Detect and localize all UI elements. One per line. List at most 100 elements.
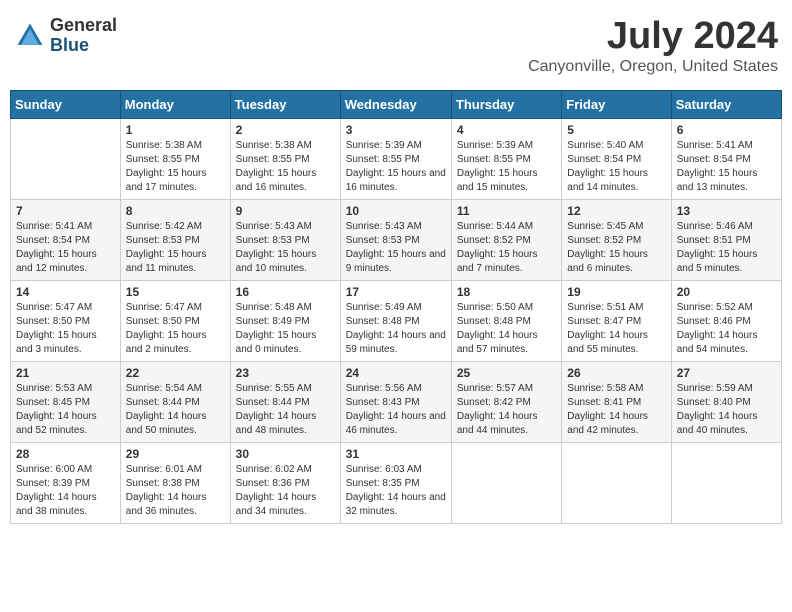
calendar-cell: 31Sunrise: 6:03 AMSunset: 8:35 PMDayligh… [340,442,451,523]
weekday-header-tuesday: Tuesday [230,90,340,118]
day-info: Sunrise: 5:38 AMSunset: 8:55 PMDaylight:… [236,139,335,195]
calendar-week-row: 21Sunrise: 5:53 AMSunset: 8:45 PMDayligh… [11,361,782,442]
day-number: 6 [677,123,776,137]
calendar-cell: 17 Sunrise: 5:49 AMSunset: 8:48 PMDayligh… [340,280,451,361]
day-number: 20 [677,285,776,299]
day-number: 7 [16,204,115,218]
day-info: Sunrise: 5:45 AMSunset: 8:52 PMDaylight:… [567,220,665,276]
title-block: July 2024 Canyonville, Oregon, United St… [528,16,778,76]
day-number: 3 [346,123,446,137]
day-number: 28 [16,447,115,461]
calendar-week-row: 14 Sunrise: 5:47 AMSunset: 8:50 PMDayligh… [11,280,782,361]
day-info: Sunrise: 5:52 AMSunset: 8:46 PMDaylight:… [677,301,776,357]
day-number: 4 [457,123,556,137]
day-number: 16 [236,285,335,299]
page-header: General Blue July 2024 Canyonville, Oreg… [10,10,782,82]
logo-blue-text: Blue [50,35,89,55]
calendar-cell [562,442,671,523]
day-number: 11 [457,204,556,218]
location-title: Canyonville, Oregon, United States [528,58,778,76]
day-info: Sunrise: 5:42 AMSunset: 8:53 PMDaylight:… [126,220,225,276]
calendar-cell [451,442,561,523]
calendar-cell: 15 Sunrise: 5:47 AMSunset: 8:50 PMDayligh… [120,280,230,361]
calendar-cell: 2 Sunrise: 5:38 AMSunset: 8:55 PMDaylight… [230,118,340,199]
day-info: Sunrise: 5:38 AMSunset: 8:55 PMDaylight:… [126,139,225,195]
calendar-cell: 10 Sunrise: 5:43 AMSunset: 8:53 PMDayligh… [340,199,451,280]
day-info: Sunrise: 6:01 AMSunset: 8:38 PMDaylight:… [126,463,225,519]
calendar-cell: 23 Sunrise: 5:55 AMSunset: 8:44 PMDayligh… [230,361,340,442]
day-number: 2 [236,123,335,137]
day-number: 23 [236,366,335,380]
day-info: Sunrise: 5:50 AMSunset: 8:48 PMDaylight:… [457,301,556,357]
calendar-cell: 4Sunrise: 5:39 AMSunset: 8:55 PMDaylight… [451,118,561,199]
day-info: Sunrise: 5:47 AMSunset: 8:50 PMDaylight:… [16,301,115,357]
calendar-cell: 22Sunrise: 5:54 AMSunset: 8:44 PMDayligh… [120,361,230,442]
day-info: Sunrise: 5:44 AMSunset: 8:52 PMDaylight:… [457,220,556,276]
day-number: 29 [126,447,225,461]
calendar-cell: 6 Sunrise: 5:41 AMSunset: 8:54 PMDaylight… [671,118,781,199]
day-info: Sunrise: 5:39 AMSunset: 8:55 PMDaylight:… [346,139,446,195]
day-number: 18 [457,285,556,299]
logo: General Blue [14,16,117,56]
day-info: Sunrise: 5:59 AMSunset: 8:40 PMDaylight:… [677,382,776,438]
day-info: Sunrise: 5:41 AMSunset: 8:54 PMDaylight:… [677,139,776,195]
calendar-cell: 19 Sunrise: 5:51 AMSunset: 8:47 PMDayligh… [562,280,671,361]
day-number: 17 [346,285,446,299]
day-number: 31 [346,447,446,461]
day-number: 5 [567,123,665,137]
weekday-header-thursday: Thursday [451,90,561,118]
calendar-week-row: 7 Sunrise: 5:41 AMSunset: 8:54 PMDaylight… [11,199,782,280]
calendar-cell: 21Sunrise: 5:53 AMSunset: 8:45 PMDayligh… [11,361,121,442]
calendar-cell: 24 Sunrise: 5:56 AMSunset: 8:43 PMDayligh… [340,361,451,442]
weekday-header-row: SundayMondayTuesdayWednesdayThursdayFrid… [11,90,782,118]
weekday-header-saturday: Saturday [671,90,781,118]
calendar-cell: 16 Sunrise: 5:48 AMSunset: 8:49 PMDayligh… [230,280,340,361]
logo-general-text: General [50,15,117,35]
day-info: Sunrise: 5:48 AMSunset: 8:49 PMDaylight:… [236,301,335,357]
day-info: Sunrise: 5:58 AMSunset: 8:41 PMDaylight:… [567,382,665,438]
day-number: 8 [126,204,225,218]
day-number: 19 [567,285,665,299]
month-title: July 2024 [528,16,778,58]
calendar-week-row: 28Sunrise: 6:00 AMSunset: 8:39 PMDayligh… [11,442,782,523]
day-info: Sunrise: 5:56 AMSunset: 8:43 PMDaylight:… [346,382,446,438]
calendar-cell [671,442,781,523]
day-info: Sunrise: 5:55 AMSunset: 8:44 PMDaylight:… [236,382,335,438]
calendar-cell: 27 Sunrise: 5:59 AMSunset: 8:40 PMDayligh… [671,361,781,442]
logo-text: General Blue [50,16,117,56]
logo-icon [14,20,46,52]
calendar-cell: 29 Sunrise: 6:01 AMSunset: 8:38 PMDayligh… [120,442,230,523]
day-number: 12 [567,204,665,218]
day-number: 14 [16,285,115,299]
calendar-cell: 8 Sunrise: 5:42 AMSunset: 8:53 PMDaylight… [120,199,230,280]
day-info: Sunrise: 6:02 AMSunset: 8:36 PMDaylight:… [236,463,335,519]
day-number: 10 [346,204,446,218]
calendar-cell: 28Sunrise: 6:00 AMSunset: 8:39 PMDayligh… [11,442,121,523]
day-number: 27 [677,366,776,380]
day-info: Sunrise: 5:57 AMSunset: 8:42 PMDaylight:… [457,382,556,438]
day-info: Sunrise: 5:43 AMSunset: 8:53 PMDaylight:… [236,220,335,276]
calendar-cell: 7 Sunrise: 5:41 AMSunset: 8:54 PMDaylight… [11,199,121,280]
day-number: 15 [126,285,225,299]
calendar-week-row: 1 Sunrise: 5:38 AMSunset: 8:55 PMDaylight… [11,118,782,199]
calendar-cell: 3 Sunrise: 5:39 AMSunset: 8:55 PMDaylight… [340,118,451,199]
day-number: 21 [16,366,115,380]
weekday-header-sunday: Sunday [11,90,121,118]
day-info: Sunrise: 5:41 AMSunset: 8:54 PMDaylight:… [16,220,115,276]
calendar-cell: 26 Sunrise: 5:58 AMSunset: 8:41 PMDayligh… [562,361,671,442]
calendar-cell: 11 Sunrise: 5:44 AMSunset: 8:52 PMDayligh… [451,199,561,280]
day-info: Sunrise: 5:51 AMSunset: 8:47 PMDaylight:… [567,301,665,357]
day-info: Sunrise: 5:54 AMSunset: 8:44 PMDaylight:… [126,382,225,438]
calendar-cell: 12 Sunrise: 5:45 AMSunset: 8:52 PMDayligh… [562,199,671,280]
day-info: Sunrise: 5:49 AMSunset: 8:48 PMDaylight:… [346,301,446,357]
day-number: 24 [346,366,446,380]
calendar-cell: 20 Sunrise: 5:52 AMSunset: 8:46 PMDayligh… [671,280,781,361]
calendar-cell: 5Sunrise: 5:40 AMSunset: 8:54 PMDaylight… [562,118,671,199]
weekday-header-wednesday: Wednesday [340,90,451,118]
day-info: Sunrise: 5:47 AMSunset: 8:50 PMDaylight:… [126,301,225,357]
day-info: Sunrise: 5:43 AMSunset: 8:53 PMDaylight:… [346,220,446,276]
day-number: 1 [126,123,225,137]
calendar-cell: 14 Sunrise: 5:47 AMSunset: 8:50 PMDayligh… [11,280,121,361]
day-number: 26 [567,366,665,380]
day-number: 13 [677,204,776,218]
